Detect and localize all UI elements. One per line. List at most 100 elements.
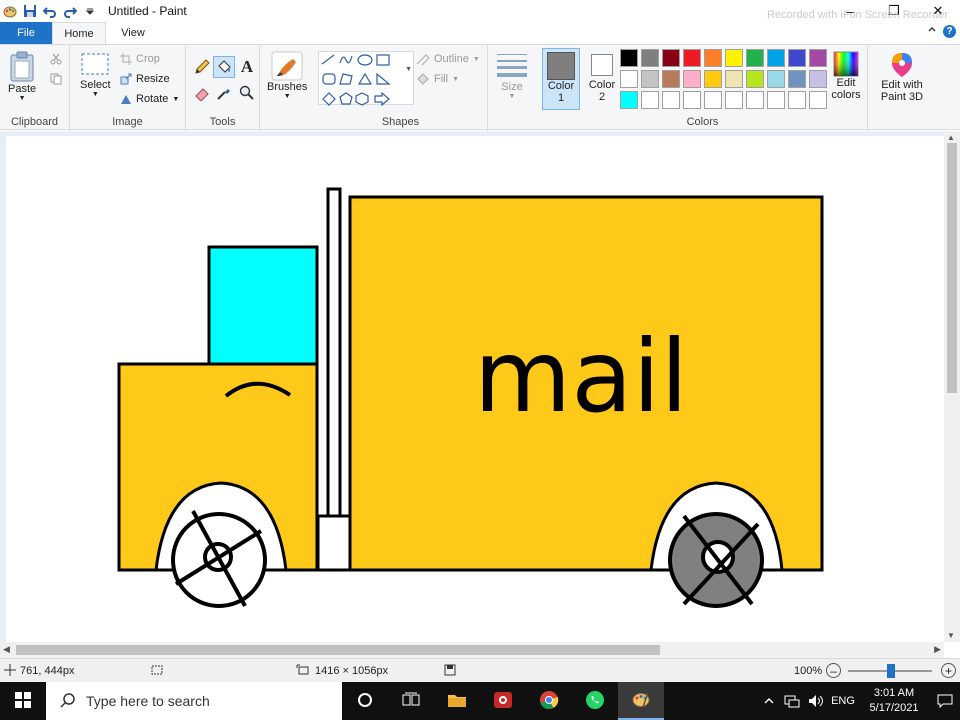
- palette-swatch[interactable]: [746, 49, 764, 67]
- palette-swatch[interactable]: [704, 70, 722, 88]
- undo-icon[interactable]: [42, 3, 58, 19]
- drawing-canvas[interactable]: mail: [6, 136, 944, 642]
- taskbar-search-box[interactable]: Type here to search: [46, 682, 342, 720]
- edit-with-paint3d-button[interactable]: Edit with Paint 3D: [876, 51, 928, 103]
- brushes-button[interactable]: Brushes ▼: [267, 51, 307, 100]
- palette-swatch[interactable]: [641, 49, 659, 67]
- text-tool-icon[interactable]: A: [237, 57, 257, 77]
- palette-swatch[interactable]: [662, 91, 680, 109]
- paint-taskbar-button[interactable]: [618, 682, 664, 720]
- resize-button[interactable]: Resize: [120, 73, 170, 85]
- scroll-left-icon[interactable]: ◀: [3, 644, 10, 655]
- fill-bucket-icon[interactable]: [213, 56, 235, 78]
- palette-swatch[interactable]: [788, 49, 806, 67]
- zoom-in-icon[interactable]: +: [941, 663, 956, 678]
- palette-swatch[interactable]: [704, 49, 722, 67]
- close-icon[interactable]: ✕: [916, 0, 960, 22]
- notification-icon[interactable]: [930, 694, 960, 708]
- palette-swatch[interactable]: [620, 91, 638, 109]
- file-explorer-button[interactable]: [434, 682, 480, 720]
- help-icon[interactable]: ?: [943, 25, 956, 38]
- palette-swatch[interactable]: [746, 70, 764, 88]
- crop-button[interactable]: Crop: [120, 53, 160, 65]
- eraser-icon[interactable]: [192, 83, 212, 103]
- tab-file[interactable]: File: [0, 22, 52, 44]
- fill-icon: [416, 73, 430, 85]
- cut-icon[interactable]: [50, 53, 62, 65]
- vertical-scroll-thumb[interactable]: [947, 143, 957, 393]
- zoom-out-icon[interactable]: –: [826, 663, 841, 678]
- language-indicator[interactable]: ENG: [828, 695, 858, 707]
- restore-icon[interactable]: ❐: [872, 0, 916, 22]
- screen-recorder-button[interactable]: [480, 682, 526, 720]
- palette-swatch[interactable]: [641, 91, 659, 109]
- minimize-icon[interactable]: –: [828, 0, 872, 22]
- palette-swatch[interactable]: [767, 70, 785, 88]
- palette-swatch[interactable]: [662, 70, 680, 88]
- scroll-down-icon[interactable]: ▼: [947, 631, 955, 640]
- color-palette: [620, 49, 827, 109]
- edit-colors-button[interactable]: Edit colors: [826, 51, 866, 101]
- palette-swatch[interactable]: [704, 91, 722, 109]
- paste-dropdown-icon[interactable]: ▼: [19, 95, 26, 102]
- tab-view[interactable]: View: [106, 22, 160, 44]
- volume-icon[interactable]: [804, 694, 828, 708]
- save-icon[interactable]: [22, 3, 38, 19]
- rotate-button[interactable]: Rotate ▼: [120, 93, 179, 105]
- show-hidden-icons[interactable]: [758, 697, 780, 705]
- palette-swatch[interactable]: [767, 49, 785, 67]
- paste-button[interactable]: Paste ▼: [8, 51, 36, 102]
- zoom-slider-thumb[interactable]: [887, 664, 895, 678]
- scroll-up-icon[interactable]: ▲: [947, 133, 955, 142]
- scroll-right-icon[interactable]: ▶: [934, 644, 941, 655]
- horizontal-scroll-thumb[interactable]: [16, 645, 660, 655]
- cortana-button[interactable]: [342, 682, 388, 720]
- crop-label: Crop: [136, 53, 160, 65]
- palette-swatch[interactable]: [809, 70, 827, 88]
- palette-swatch[interactable]: [725, 49, 743, 67]
- customize-qat-icon[interactable]: [82, 3, 98, 19]
- palette-swatch[interactable]: [809, 91, 827, 109]
- magnifier-icon[interactable]: [237, 83, 257, 103]
- palette-swatch[interactable]: [683, 91, 701, 109]
- whatsapp-button[interactable]: [572, 682, 618, 720]
- palette-swatch[interactable]: [788, 91, 806, 109]
- horizontal-scrollbar[interactable]: ◀ ▶: [0, 642, 944, 658]
- network-icon[interactable]: [780, 694, 804, 708]
- image-group: Select ▼ Crop Resize Rotate ▼ Image: [70, 45, 186, 131]
- size-button[interactable]: Size ▼: [496, 51, 528, 100]
- palette-swatch[interactable]: [641, 70, 659, 88]
- taskbar-clock[interactable]: 3:01 AM 5/17/2021: [858, 686, 930, 716]
- palette-swatch[interactable]: [725, 70, 743, 88]
- palette-swatch[interactable]: [746, 91, 764, 109]
- palette-swatch[interactable]: [620, 70, 638, 88]
- start-button[interactable]: [0, 682, 46, 720]
- color-picker-icon[interactable]: [214, 83, 234, 103]
- palette-swatch[interactable]: [788, 70, 806, 88]
- palette-swatch[interactable]: [620, 49, 638, 67]
- palette-swatch[interactable]: [809, 49, 827, 67]
- fill-button[interactable]: Fill ▼: [416, 73, 459, 85]
- vertical-scrollbar[interactable]: ▲ ▼: [944, 131, 960, 642]
- palette-swatch[interactable]: [767, 91, 785, 109]
- redo-icon[interactable]: [62, 3, 78, 19]
- color2-button[interactable]: Color 2: [584, 51, 620, 103]
- palette-swatch[interactable]: [725, 91, 743, 109]
- palette-swatch[interactable]: [683, 70, 701, 88]
- resize-icon: [120, 73, 132, 85]
- shapes-gallery-more-icon[interactable]: ▼: [405, 66, 412, 73]
- color1-button[interactable]: Color 1: [542, 48, 580, 110]
- color1-swatch: [547, 52, 575, 80]
- tab-home[interactable]: Home: [52, 22, 106, 44]
- palette-swatch[interactable]: [683, 49, 701, 67]
- copy-icon[interactable]: [50, 73, 62, 85]
- select-button[interactable]: Select ▼: [80, 51, 111, 98]
- select-dropdown-icon[interactable]: ▼: [92, 91, 99, 98]
- pencil-icon[interactable]: [192, 57, 212, 77]
- collapse-ribbon-icon[interactable]: [927, 25, 937, 38]
- task-view-button[interactable]: [388, 682, 434, 720]
- shapes-gallery[interactable]: ▼: [318, 51, 414, 107]
- chrome-button[interactable]: [526, 682, 572, 720]
- outline-button[interactable]: Outline ▼: [416, 53, 480, 65]
- palette-swatch[interactable]: [662, 49, 680, 67]
